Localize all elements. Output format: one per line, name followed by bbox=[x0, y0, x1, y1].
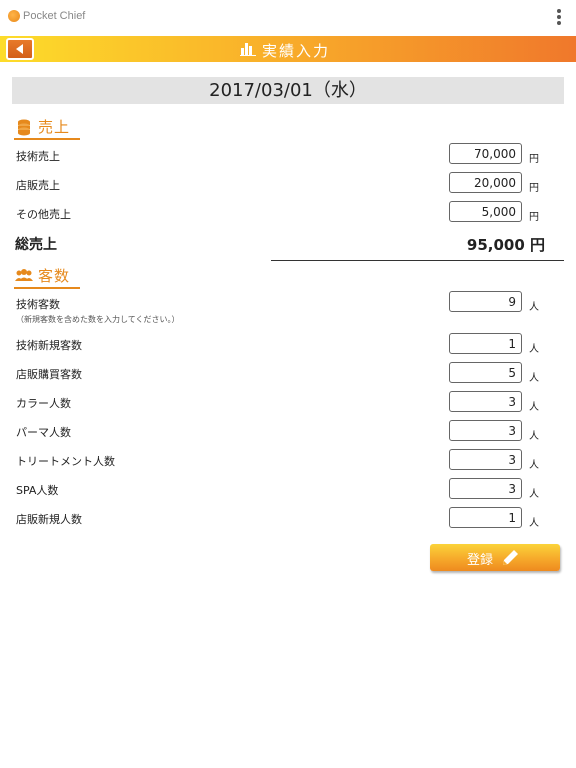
retail-new-count-label: 店販新規人数 bbox=[16, 513, 82, 526]
color-count-unit: 人 bbox=[529, 402, 539, 413]
treatment-count-label: トリートメント人数 bbox=[16, 455, 115, 468]
back-button[interactable] bbox=[6, 38, 34, 60]
total-sales-value: 95,000 円 bbox=[466, 236, 545, 254]
tech-customers-unit: 人 bbox=[529, 302, 539, 313]
people-icon bbox=[15, 269, 33, 281]
sales-heading-underline bbox=[14, 138, 80, 140]
total-divider bbox=[271, 260, 564, 261]
pencil-icon bbox=[503, 550, 518, 565]
customers-heading: 客数 bbox=[38, 267, 71, 285]
total-sales-label: 総売上 bbox=[15, 237, 57, 253]
tech-customers-label: 技術客数 bbox=[16, 298, 60, 311]
customers-section-header: 客数 bbox=[14, 265, 84, 289]
tech-customers-input[interactable] bbox=[449, 291, 522, 312]
tech-new-customers-input[interactable] bbox=[449, 333, 522, 354]
tech-sales-input[interactable] bbox=[449, 143, 522, 164]
date-display: 2017/03/01（水） bbox=[12, 77, 564, 104]
tech-sales-label: 技術売上 bbox=[16, 150, 60, 163]
app-logo-icon bbox=[8, 10, 20, 22]
other-sales-input[interactable] bbox=[449, 201, 522, 222]
treatment-count-unit: 人 bbox=[529, 460, 539, 471]
other-sales-label: その他売上 bbox=[16, 208, 71, 221]
register-button-label: 登録 bbox=[467, 552, 494, 567]
retail-sales-label: 店販売上 bbox=[16, 179, 60, 192]
register-button[interactable]: 登録 bbox=[430, 544, 560, 571]
spa-count-label: SPA人数 bbox=[16, 484, 59, 497]
spa-count-unit: 人 bbox=[529, 489, 539, 500]
tech-customers-note: （新規客数を含めた数を入力してください。） bbox=[16, 315, 180, 324]
retail-buyers-unit: 人 bbox=[529, 373, 539, 384]
sales-section-header: 売上 bbox=[14, 116, 84, 140]
retail-sales-input[interactable] bbox=[449, 172, 522, 193]
other-sales-unit: 円 bbox=[529, 212, 539, 223]
retail-buyers-input[interactable] bbox=[449, 362, 522, 383]
perm-count-unit: 人 bbox=[529, 431, 539, 442]
retail-new-count-unit: 人 bbox=[529, 518, 539, 529]
more-options-icon[interactable] bbox=[552, 8, 566, 28]
app-title: Pocket Chief bbox=[23, 10, 86, 22]
retail-new-count-input[interactable] bbox=[449, 507, 522, 528]
tech-sales-unit: 円 bbox=[529, 154, 539, 165]
perm-count-label: パーマ人数 bbox=[16, 426, 71, 439]
coins-icon bbox=[18, 119, 30, 136]
spa-count-input[interactable] bbox=[449, 478, 522, 499]
retail-sales-unit: 円 bbox=[529, 183, 539, 194]
retail-buyers-label: 店販購買客数 bbox=[16, 368, 82, 381]
customers-heading-underline bbox=[14, 287, 80, 289]
page-title: 実績入力 bbox=[262, 42, 331, 60]
sales-heading: 売上 bbox=[38, 118, 71, 136]
tech-new-customers-label: 技術新規客数 bbox=[16, 339, 82, 352]
bar-chart-icon bbox=[240, 43, 256, 56]
perm-count-input[interactable] bbox=[449, 420, 522, 441]
app-bar: Pocket Chief bbox=[0, 0, 576, 34]
treatment-count-input[interactable] bbox=[449, 449, 522, 470]
color-count-input[interactable] bbox=[449, 391, 522, 412]
color-count-label: カラー人数 bbox=[16, 397, 71, 410]
tech-new-customers-unit: 人 bbox=[529, 344, 539, 355]
